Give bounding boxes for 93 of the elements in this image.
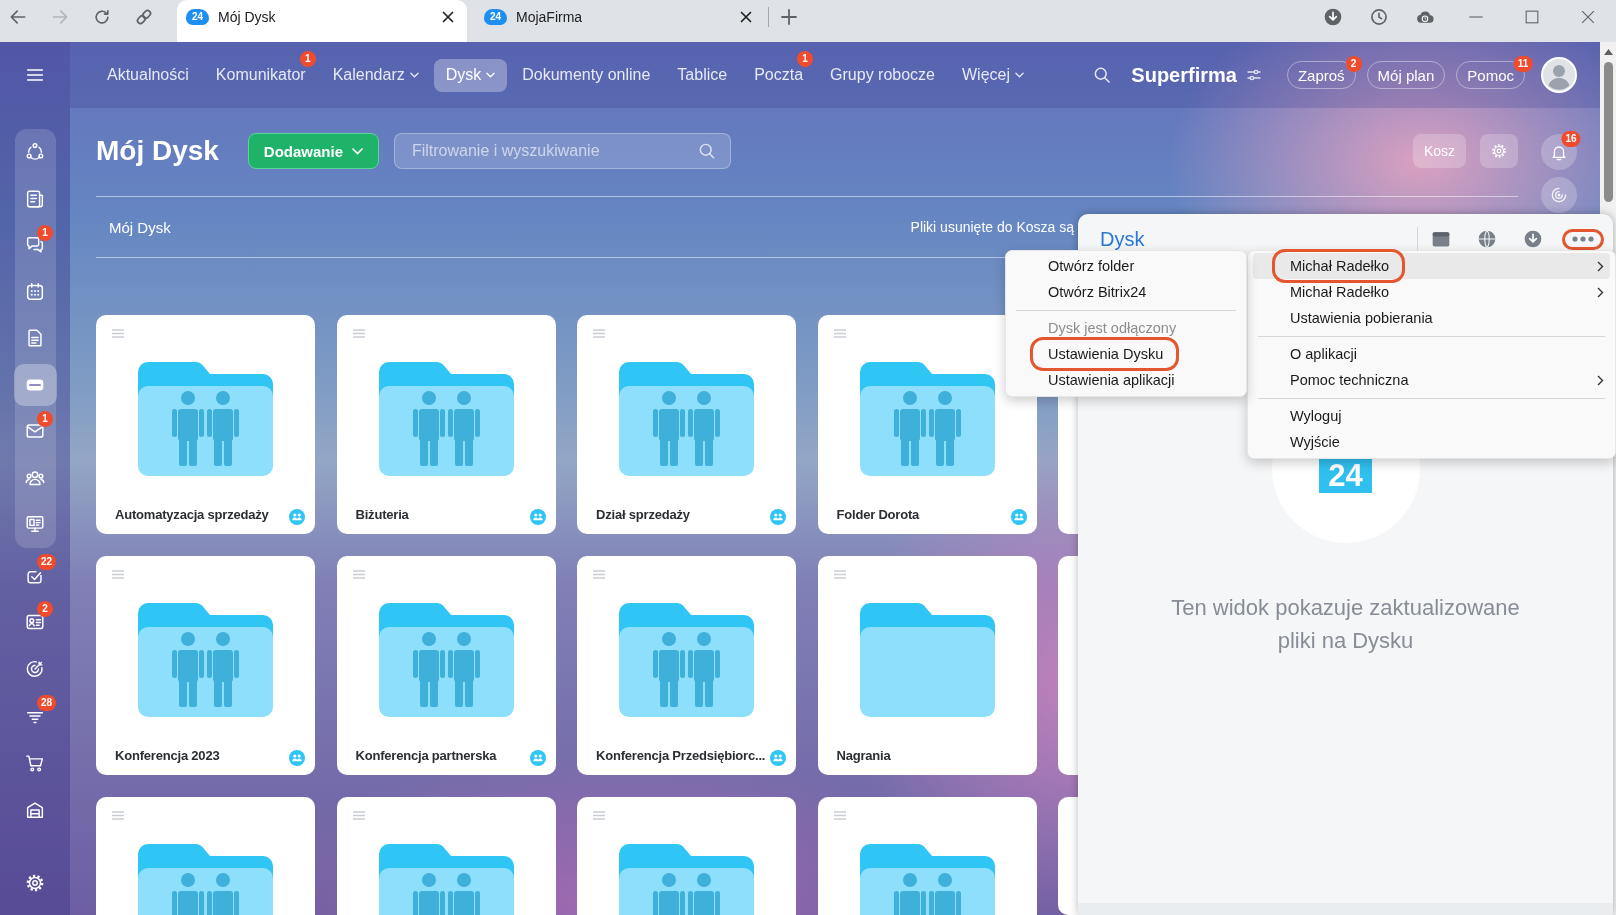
notification-badge: 11 xyxy=(1513,56,1533,72)
download-icon[interactable] xyxy=(1523,229,1543,249)
folder-name: Konferencja partnerska xyxy=(355,748,497,763)
menu-item[interactable]: Wyloguj xyxy=(1253,403,1610,429)
calendar-icon[interactable] xyxy=(1431,229,1451,249)
app-logo: 24 xyxy=(1319,459,1372,493)
folder-card[interactable]: Konferencja partnerska xyxy=(336,556,556,775)
folder-card[interactable] xyxy=(336,797,556,915)
close-icon[interactable] xyxy=(740,11,752,23)
drag-handle-icon[interactable] xyxy=(593,811,605,820)
link-icon[interactable] xyxy=(134,7,154,27)
plus-icon[interactable] xyxy=(781,9,797,25)
nav-tab[interactable]: Kalendarz xyxy=(320,58,431,92)
menu-item[interactable]: Otwórz Bitrix24 xyxy=(1011,279,1241,305)
more-icon xyxy=(1572,236,1594,242)
drag-handle-icon[interactable] xyxy=(593,570,605,579)
drag-handle-icon[interactable] xyxy=(593,329,605,338)
scroll-up-icon[interactable] xyxy=(1603,49,1613,55)
folder-name: Nagrania xyxy=(836,748,891,763)
folder-card[interactable]: Konferencja 2023 xyxy=(96,556,315,775)
folder-card[interactable]: Folder Dorota xyxy=(817,315,1037,534)
notification-badge: 16 xyxy=(1561,131,1581,147)
folder-card[interactable]: Automatyzacja sprzedaży xyxy=(96,315,315,534)
folder-card[interactable] xyxy=(577,797,796,915)
drag-handle-icon[interactable] xyxy=(833,329,846,338)
folder-card[interactable] xyxy=(96,797,315,915)
nav-tab[interactable]: Tablice xyxy=(665,58,740,92)
notification-badge: 1 xyxy=(37,410,53,427)
menu-item[interactable]: Michał Radełko xyxy=(1253,279,1610,305)
user-avatar[interactable] xyxy=(1541,57,1577,93)
browser-tab[interactable]: 24 MojaFirma xyxy=(475,0,765,42)
folder-name: Konferencja 2023 xyxy=(115,748,220,763)
folder-name: Dział sprzedaży xyxy=(596,507,690,522)
drive-icon[interactable] xyxy=(13,363,57,406)
empty-state-text: Ten widok pokazuje zaktualizowane pliki na Dysku xyxy=(1170,593,1521,655)
nav-tab[interactable]: Dokumenty online xyxy=(510,58,663,92)
spiral-button[interactable] xyxy=(1541,177,1577,213)
folder-card[interactable] xyxy=(817,797,1037,915)
calendar-icon[interactable] xyxy=(24,280,46,303)
back-icon[interactable] xyxy=(8,7,28,27)
newspaper-icon[interactable] xyxy=(24,187,46,210)
nav-tab[interactable]: Grupy robocze xyxy=(818,58,947,92)
download-icon[interactable] xyxy=(1323,7,1343,27)
menu-item[interactable]: O aplikacji xyxy=(1253,341,1610,367)
folder-name: Konferencja Przedsiębiorc... xyxy=(596,748,766,763)
notification-badge: 1 xyxy=(37,224,53,241)
gear-icon xyxy=(1490,142,1508,160)
sliders-icon[interactable] xyxy=(1245,67,1262,83)
folder-card[interactable]: Dział sprzedaży xyxy=(577,315,796,534)
favicon-logo: 24 xyxy=(186,9,209,25)
folder-card[interactable]: Nagrania xyxy=(817,556,1037,775)
drag-handle-icon[interactable] xyxy=(352,570,365,579)
globe-icon[interactable] xyxy=(1477,229,1497,249)
spiral-icon xyxy=(1549,185,1569,205)
notification-badge: 2 xyxy=(1345,56,1362,72)
notification-badge: 22 xyxy=(37,554,57,570)
menu-item[interactable]: Otwórz folder xyxy=(1011,253,1241,279)
notification-badge: 1 xyxy=(797,50,814,67)
menu-item[interactable]: Ustawienia pobierania xyxy=(1253,305,1610,331)
settings-button[interactable] xyxy=(1480,134,1518,168)
close-icon[interactable] xyxy=(442,11,454,23)
drag-handle-icon[interactable] xyxy=(833,570,846,579)
history-icon[interactable] xyxy=(1369,7,1389,27)
page-title: Mój Dysk xyxy=(96,135,219,167)
notification-badge: 28 xyxy=(37,695,57,711)
company-name[interactable]: Superfirma xyxy=(1131,63,1237,87)
browser-tab[interactable]: 24 Mój Dysk xyxy=(177,0,467,42)
window-title: Dysk xyxy=(1100,228,1145,250)
reload-icon[interactable] xyxy=(92,7,112,27)
folder-name: Folder Dorota xyxy=(836,507,920,522)
breadcrumb-item[interactable]: Mój Dysk xyxy=(109,218,171,236)
drag-handle-icon[interactable] xyxy=(112,811,124,820)
drag-handle-icon[interactable] xyxy=(112,329,124,338)
settings-icon[interactable] xyxy=(24,872,46,894)
notification-badge: 1 xyxy=(299,50,316,67)
caret-icon xyxy=(352,147,364,155)
drag-handle-icon[interactable] xyxy=(112,570,124,579)
menu-item[interactable]: Wyjście xyxy=(1253,429,1610,455)
folder-card[interactable]: Konferencja Przedsiębiorc... xyxy=(577,556,796,775)
trash-notice: Pliki usunięte do Kosza są xyxy=(910,219,1074,235)
drag-handle-icon[interactable] xyxy=(833,811,846,820)
nav-tab[interactable]: Aktualności xyxy=(95,58,201,92)
folder-name: Biżuteria xyxy=(355,507,409,522)
drag-handle-icon[interactable] xyxy=(352,329,365,338)
menu-item[interactable]: Pomoc techniczna xyxy=(1253,367,1610,393)
nav-tab[interactable]: Więcej xyxy=(950,58,1037,92)
favicon-logo: 24 xyxy=(484,9,507,25)
notification-badge: 2 xyxy=(37,601,53,617)
search-icon[interactable] xyxy=(1092,65,1113,85)
scrollbar-thumb[interactable] xyxy=(1603,62,1613,202)
drag-handle-icon[interactable] xyxy=(352,811,365,820)
folder-card[interactable]: Biżuteria xyxy=(336,315,556,534)
folder-name: Automatyzacja sprzedaży xyxy=(115,507,269,522)
